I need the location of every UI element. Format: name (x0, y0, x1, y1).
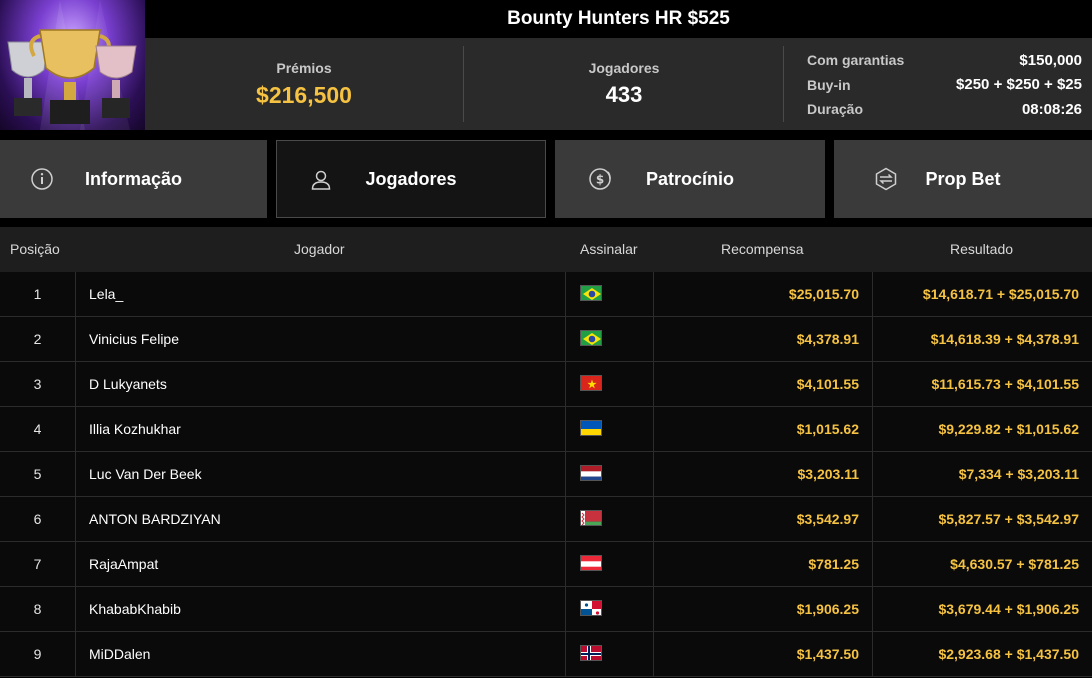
stat-divider (783, 46, 784, 122)
table-row[interactable]: 3 D Lukyanets $4,101.55 $11,615.73 + $4,… (0, 362, 1092, 407)
header-flag[interactable]: Assinalar (580, 227, 638, 272)
header-player[interactable]: Jogador (294, 227, 345, 272)
trophy-image (0, 0, 145, 130)
flag-belarus-icon (580, 510, 602, 526)
tournament-title: Bounty Hunters HR $525 (145, 0, 1092, 38)
row-position: 6 (33, 511, 42, 527)
table-row[interactable]: 2 Vinicius Felipe $4,378.91 $14,618.39 +… (0, 317, 1092, 362)
row-position: 5 (33, 466, 42, 482)
tournament-stats: Prémios $216,500 Jogadores 433 Com garan… (145, 38, 1092, 130)
flag-ukraine-icon (580, 420, 602, 436)
row-reward: $3,203.11 (797, 466, 859, 482)
row-result: $3,679.44 + $1,906.25 (938, 601, 1079, 617)
row-position: 9 (33, 646, 42, 662)
table-row[interactable]: 8 KhababKhabib $1,906.25 $3,679.44 + $1,… (0, 587, 1092, 632)
prop-bet-icon (875, 167, 897, 191)
row-reward: $781.25 (808, 556, 859, 572)
detail-row-buyin: Buy-in $250 + $250 + $25 (807, 73, 1082, 98)
row-reward: $3,542.97 (796, 511, 859, 527)
row-position: 8 (33, 601, 42, 617)
buyin-value: $250 + $250 + $25 (956, 76, 1082, 94)
header-reward[interactable]: Recompensa (721, 227, 804, 272)
tournament-details: Com garantias $150,000 Buy-in $250 + $25… (807, 48, 1082, 122)
row-result: $14,618.39 + $4,378.91 (930, 331, 1079, 347)
tab-sponsorship[interactable]: $ Patrocínio (555, 140, 825, 218)
prizes-value: $216,500 (256, 81, 352, 108)
table-row[interactable]: 9 MiDDalen $1,437.50 $2,923.68 + $1,437.… (0, 632, 1092, 677)
row-player-name: ANTON BARDZIYAN (89, 511, 221, 527)
tab-players[interactable]: Jogadores (276, 140, 546, 218)
row-reward: $4,378.91 (796, 331, 859, 347)
row-player-name: KhababKhabib (89, 601, 181, 617)
tab-prop-bet-label: Prop Bet (925, 168, 1001, 189)
row-reward: $25,015.70 (788, 286, 859, 302)
detail-row-duration: Duração 08:08:26 (807, 97, 1082, 122)
row-player-name: RajaAmpat (89, 556, 159, 572)
row-reward: $1,437.50 (796, 646, 859, 662)
guarantee-label: Com garantias (807, 52, 905, 69)
row-player-name: Illia Kozhukhar (89, 421, 181, 437)
duration-label: Duração (807, 101, 864, 118)
flag-brazil-icon (580, 330, 602, 346)
row-reward: $1,015.62 (796, 421, 859, 437)
table-row[interactable]: 7 RajaAmpat $781.25 $4,630.57 + $781.25 (0, 542, 1092, 587)
flag-netherlands-icon (580, 465, 602, 481)
row-result: $7,334 + $3,203.11 (958, 466, 1079, 482)
prizes-label: Prémios (276, 59, 332, 76)
flag-brazil-icon (580, 285, 602, 301)
row-reward: $1,906.25 (796, 601, 859, 617)
row-player-name: Luc Van Der Beek (89, 466, 202, 482)
row-result: $14,618.71 + $25,015.70 (922, 286, 1079, 302)
row-position: 7 (33, 556, 42, 572)
buyin-label: Buy-in (807, 76, 851, 93)
row-position: 4 (33, 421, 42, 437)
players-table-header: Posição Jogador Assinalar Recompensa Res… (0, 227, 1092, 272)
row-result: $11,615.73 + $4,101.55 (931, 376, 1079, 392)
user-icon (311, 170, 331, 190)
row-result: $4,630.57 + $781.25 (950, 556, 1079, 572)
row-result: $9,229.82 + $1,015.62 (938, 421, 1079, 437)
guarantee-value: $150,000 (1019, 51, 1082, 69)
row-position: 3 (33, 376, 42, 392)
players-stat: Jogadores 433 (464, 38, 784, 130)
tab-prop-bet[interactable]: Prop Bet (834, 140, 1092, 218)
table-row[interactable]: 1 Lela_ $25,015.70 $14,618.71 + $25,015.… (0, 272, 1092, 317)
svg-text:$: $ (596, 173, 604, 187)
flag-norway-icon (580, 645, 602, 661)
prizes-stat: Prémios $216,500 (145, 38, 463, 130)
duration-value: 08:08:26 (1021, 100, 1082, 118)
dollar-coin-icon: $ (589, 168, 611, 190)
row-result: $5,827.57 + $3,542.97 (938, 511, 1079, 527)
tab-bar: Informação Jogadores $ Patrocínio Prop B… (0, 140, 1092, 218)
row-result: $2,923.68 + $1,437.50 (938, 646, 1079, 662)
flag-vietnam-icon (580, 375, 602, 391)
tournament-header: Bounty Hunters HR $525 Prémios $216,500 … (0, 0, 1092, 130)
row-position: 1 (33, 286, 42, 302)
row-position: 2 (33, 331, 42, 347)
info-icon (31, 168, 53, 190)
players-value: 433 (605, 82, 643, 107)
row-player-name: D Lukyanets (89, 376, 167, 392)
row-reward: $4,101.55 (796, 376, 859, 392)
tab-information[interactable]: Informação (0, 140, 267, 218)
table-row[interactable]: 6 ANTON BARDZIYAN $3,542.97 $5,827.57 + … (0, 497, 1092, 542)
header-result[interactable]: Resultado (950, 227, 1013, 272)
row-player-name: Lela_ (89, 286, 124, 302)
detail-row-guarantee: Com garantias $150,000 (807, 48, 1082, 73)
row-player-name: Vinicius Felipe (89, 331, 180, 347)
flag-austria-icon (580, 555, 602, 571)
flag-panama-icon (580, 600, 602, 616)
table-row[interactable]: 4 Illia Kozhukhar $1,015.62 $9,229.82 + … (0, 407, 1092, 452)
header-position[interactable]: Posição (10, 227, 60, 272)
row-player-name: MiDDalen (89, 646, 151, 662)
players-label: Jogadores (588, 60, 660, 76)
table-row[interactable]: 5 Luc Van Der Beek $3,203.11 $7,334 + $3… (0, 452, 1092, 497)
